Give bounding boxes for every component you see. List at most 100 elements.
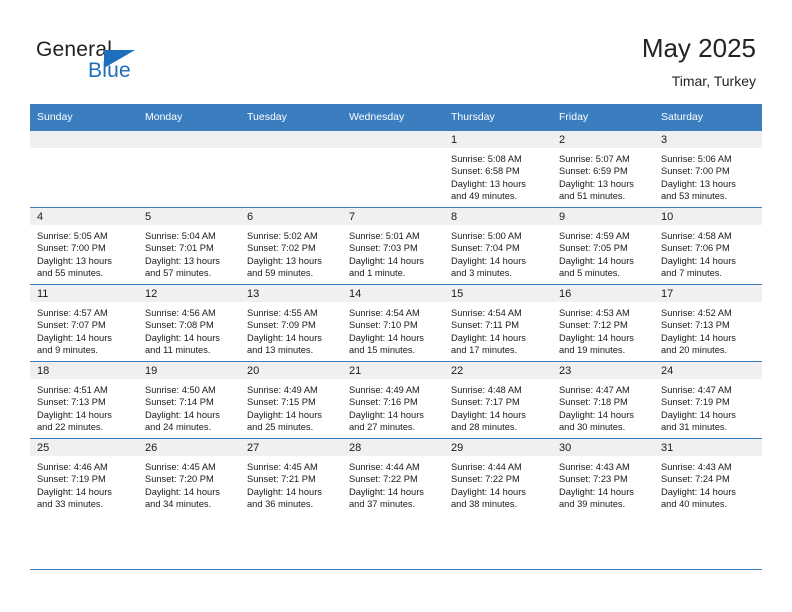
day-detail-sunset: Sunset: 7:03 PM: [349, 243, 418, 254]
day-number: 21: [342, 362, 444, 379]
day-details: Sunrise: 5:02 AM Sunset: 7:02 PM Daylight:…: [240, 225, 342, 280]
day-number: 15: [444, 285, 552, 302]
day-number: 11: [30, 285, 138, 302]
day-number: 22: [444, 362, 552, 379]
day-detail-daylight-line2: and 1 minute.: [349, 268, 406, 279]
day-number: 1: [444, 131, 552, 148]
calendar-day-cell[interactable]: 13 Sunrise: 4:55 AM Sunset: 7:09 PM Dayligh…: [240, 284, 342, 362]
day-detail-sunrise: Sunrise: 4:56 AM: [145, 308, 216, 318]
day-detail-daylight-line2: and 30 minutes.: [559, 422, 626, 433]
day-detail-sunset: Sunset: 7:00 PM: [37, 243, 106, 254]
calendar-day-cell[interactable]: 23 Sunrise: 4:47 AM Sunset: 7:18 PM Dayligh…: [552, 361, 654, 439]
calendar-day-cell[interactable]: 2 Sunrise: 5:07 AM Sunset: 6:59 PM Daylight…: [552, 130, 654, 208]
day-detail-daylight-line1: Daylight: 14 hours: [247, 486, 322, 497]
day-detail-daylight-line2: and 15 minutes.: [349, 345, 416, 356]
calendar-cell-inner: 23 Sunrise: 4:47 AM Sunset: 7:18 PM Dayligh…: [552, 362, 654, 438]
day-detail-sunrise: Sunrise: 4:58 AM: [661, 231, 732, 241]
calendar-day-cell[interactable]: 18 Sunrise: 4:51 AM Sunset: 7:13 PM Dayligh…: [30, 361, 138, 439]
calendar-cell-inner: 26 Sunrise: 4:45 AM Sunset: 7:20 PM Dayligh…: [138, 439, 240, 515]
day-details: Sunrise: 4:47 AM Sunset: 7:18 PM Daylight:…: [552, 379, 654, 434]
calendar-day-cell[interactable]: 14 Sunrise: 4:54 AM Sunset: 7:10 PM Dayligh…: [342, 284, 444, 362]
calendar-cell-empty: [138, 130, 240, 208]
day-detail-sunrise: Sunrise: 5:05 AM: [37, 231, 108, 241]
calendar-day-cell[interactable]: 4 Sunrise: 5:05 AM Sunset: 7:00 PM Daylight…: [30, 207, 138, 285]
calendar-day-cell[interactable]: 6 Sunrise: 5:02 AM Sunset: 7:02 PM Daylight…: [240, 207, 342, 285]
day-detail-sunrise: Sunrise: 4:50 AM: [145, 385, 216, 395]
weekday-header-tuesday: Tuesday: [240, 104, 342, 131]
calendar-day-cell[interactable]: 20 Sunrise: 4:49 AM Sunset: 7:15 PM Dayligh…: [240, 361, 342, 439]
calendar-cell-inner: 21 Sunrise: 4:49 AM Sunset: 7:16 PM Dayligh…: [342, 362, 444, 438]
calendar-day-cell[interactable]: 16 Sunrise: 4:53 AM Sunset: 7:12 PM Dayligh…: [552, 284, 654, 362]
calendar-cell-inner: 8 Sunrise: 5:00 AM Sunset: 7:04 PM Daylight…: [444, 208, 552, 284]
day-number: 24: [654, 362, 762, 379]
day-details: Sunrise: 4:55 AM Sunset: 7:09 PM Daylight:…: [240, 302, 342, 357]
day-detail-sunrise: Sunrise: 4:49 AM: [349, 385, 420, 395]
calendar-day-cell[interactable]: 25 Sunrise: 4:46 AM Sunset: 7:19 PM Dayligh…: [30, 438, 138, 515]
calendar-cell-inner: [30, 131, 138, 207]
calendar-cell-inner: 11 Sunrise: 4:57 AM Sunset: 7:07 PM Dayligh…: [30, 285, 138, 361]
page-subtitle: Timar, Turkey: [671, 73, 756, 89]
day-detail-sunset: Sunset: 7:20 PM: [145, 474, 214, 485]
day-detail-sunset: Sunset: 7:12 PM: [559, 320, 628, 331]
calendar-day-cell[interactable]: 10 Sunrise: 4:58 AM Sunset: 7:06 PM Dayligh…: [654, 207, 762, 285]
day-detail-daylight-line2: and 22 minutes.: [37, 422, 104, 433]
calendar-week-row: 4 Sunrise: 5:05 AM Sunset: 7:00 PM Daylight…: [30, 207, 762, 285]
calendar-day-cell[interactable]: 9 Sunrise: 4:59 AM Sunset: 7:05 PM Daylight…: [552, 207, 654, 285]
day-detail-daylight-line2: and 55 minutes.: [37, 268, 104, 279]
day-detail-daylight-line2: and 59 minutes.: [247, 268, 314, 279]
calendar-day-cell[interactable]: 15 Sunrise: 4:54 AM Sunset: 7:11 PM Dayligh…: [444, 284, 552, 362]
calendar-day-cell[interactable]: 30 Sunrise: 4:43 AM Sunset: 7:23 PM Dayligh…: [552, 438, 654, 515]
calendar-day-cell[interactable]: 17 Sunrise: 4:52 AM Sunset: 7:13 PM Dayligh…: [654, 284, 762, 362]
calendar-day-cell[interactable]: 12 Sunrise: 4:56 AM Sunset: 7:08 PM Dayligh…: [138, 284, 240, 362]
day-details: Sunrise: 4:43 AM Sunset: 7:23 PM Daylight:…: [552, 456, 654, 511]
day-detail-sunset: Sunset: 7:15 PM: [247, 397, 316, 408]
day-detail-daylight-line2: and 17 minutes.: [451, 345, 518, 356]
day-details: [342, 148, 444, 153]
day-details: Sunrise: 5:04 AM Sunset: 7:01 PM Daylight:…: [138, 225, 240, 280]
calendar-day-cell[interactable]: 7 Sunrise: 5:01 AM Sunset: 7:03 PM Daylight…: [342, 207, 444, 285]
calendar-day-cell[interactable]: 24 Sunrise: 4:47 AM Sunset: 7:19 PM Dayligh…: [654, 361, 762, 439]
day-detail-daylight-line2: and 33 minutes.: [37, 499, 104, 510]
day-detail-sunset: Sunset: 7:22 PM: [349, 474, 418, 485]
calendar-day-cell[interactable]: 28 Sunrise: 4:44 AM Sunset: 7:22 PM Dayligh…: [342, 438, 444, 515]
day-details: Sunrise: 5:08 AM Sunset: 6:58 PM Daylight:…: [444, 148, 552, 203]
day-number: 8: [444, 208, 552, 225]
calendar-day-cell[interactable]: 1 Sunrise: 5:08 AM Sunset: 6:58 PM Daylight…: [444, 130, 552, 208]
calendar-day-cell[interactable]: 5 Sunrise: 5:04 AM Sunset: 7:01 PM Daylight…: [138, 207, 240, 285]
day-detail-daylight-line2: and 7 minutes.: [661, 268, 722, 279]
calendar-cell-inner: 30 Sunrise: 4:43 AM Sunset: 7:23 PM Dayligh…: [552, 439, 654, 515]
calendar-day-cell[interactable]: 11 Sunrise: 4:57 AM Sunset: 7:07 PM Dayligh…: [30, 284, 138, 362]
day-detail-sunrise: Sunrise: 4:49 AM: [247, 385, 318, 395]
calendar-day-cell[interactable]: 27 Sunrise: 4:45 AM Sunset: 7:21 PM Dayligh…: [240, 438, 342, 515]
day-detail-daylight-line1: Daylight: 13 hours: [247, 255, 322, 266]
day-detail-sunset: Sunset: 7:16 PM: [349, 397, 418, 408]
page-title: May 2025: [641, 33, 756, 63]
calendar-day-cell[interactable]: 22 Sunrise: 4:48 AM Sunset: 7:17 PM Dayligh…: [444, 361, 552, 439]
day-detail-sunset: Sunset: 7:06 PM: [661, 243, 730, 254]
calendar-day-cell[interactable]: 19 Sunrise: 4:50 AM Sunset: 7:14 PM Dayligh…: [138, 361, 240, 439]
calendar-day-cell[interactable]: 21 Sunrise: 4:49 AM Sunset: 7:16 PM Dayligh…: [342, 361, 444, 439]
day-detail-daylight-line1: Daylight: 14 hours: [349, 255, 424, 266]
day-number: 19: [138, 362, 240, 379]
day-number: [342, 131, 444, 148]
day-detail-sunrise: Sunrise: 4:59 AM: [559, 231, 630, 241]
day-number: 20: [240, 362, 342, 379]
day-detail-daylight-line2: and 5 minutes.: [559, 268, 620, 279]
brand-logo[interactable]: General Blue: [36, 38, 236, 88]
calendar-cell-inner: 19 Sunrise: 4:50 AM Sunset: 7:14 PM Dayligh…: [138, 362, 240, 438]
calendar-day-cell[interactable]: 26 Sunrise: 4:45 AM Sunset: 7:20 PM Dayligh…: [138, 438, 240, 515]
day-number: [240, 131, 342, 148]
day-details: Sunrise: 4:52 AM Sunset: 7:13 PM Daylight:…: [654, 302, 762, 357]
day-detail-daylight-line2: and 39 minutes.: [559, 499, 626, 510]
calendar-day-cell[interactable]: 8 Sunrise: 5:00 AM Sunset: 7:04 PM Daylight…: [444, 207, 552, 285]
day-detail-sunrise: Sunrise: 4:46 AM: [37, 462, 108, 472]
calendar-day-cell[interactable]: 3 Sunrise: 5:06 AM Sunset: 7:00 PM Daylight…: [654, 130, 762, 208]
page-header: General Blue May 2025 Timar, Turkey: [0, 0, 792, 103]
calendar-day-cell[interactable]: 29 Sunrise: 4:44 AM Sunset: 7:22 PM Dayligh…: [444, 438, 552, 515]
weekday-header-monday: Monday: [138, 104, 240, 131]
day-number: 18: [30, 362, 138, 379]
calendar-day-cell[interactable]: 31 Sunrise: 4:43 AM Sunset: 7:24 PM Dayligh…: [654, 438, 762, 515]
day-detail-daylight-line1: Daylight: 14 hours: [37, 409, 112, 420]
day-detail-daylight-line1: Daylight: 14 hours: [661, 332, 736, 343]
day-number: 30: [552, 439, 654, 456]
